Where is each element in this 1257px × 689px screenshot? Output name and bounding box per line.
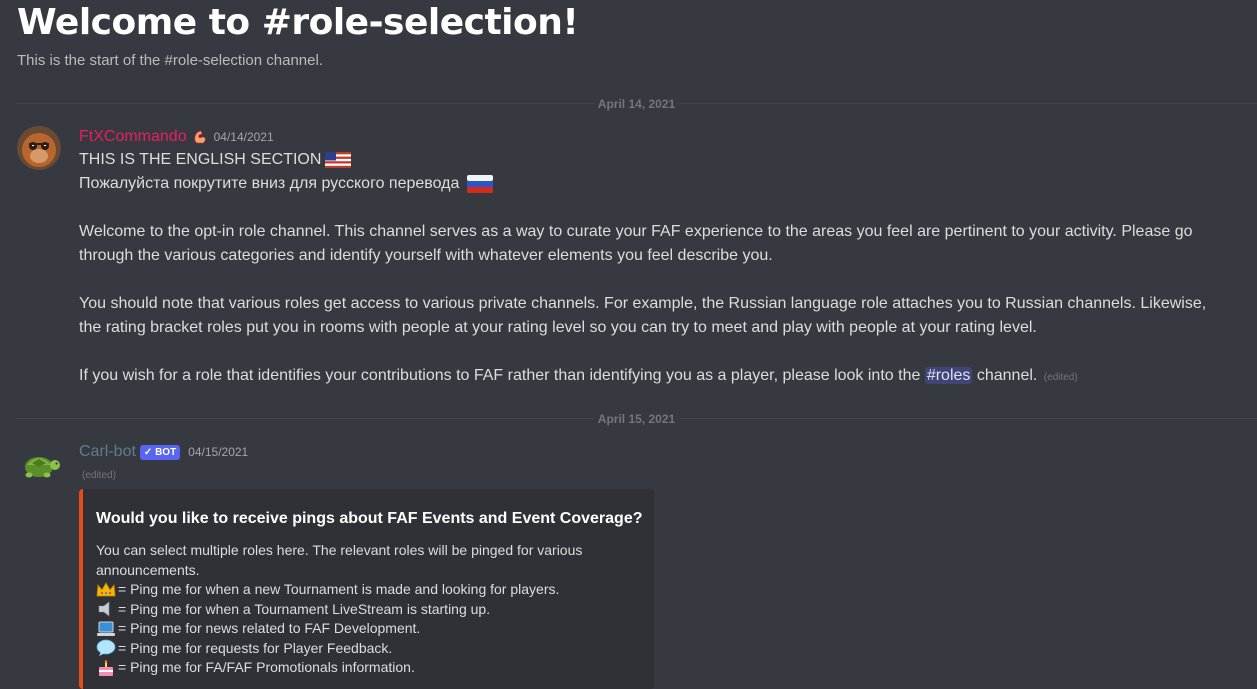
laptop-icon [97, 621, 115, 636]
date-divider: April 14, 2021 [16, 97, 1257, 111]
embed-role-line: = Ping me for when a Tournament LiveStre… [96, 600, 616, 620]
message-line: Пожалуйста покрутите вниз для русского п… [79, 172, 1229, 196]
message-timestamp: 04/14/2021 [213, 130, 274, 144]
message-text: channel. [976, 367, 1038, 384]
message-embed: Would you like to receive pings about FA… [79, 489, 654, 689]
edited-label: (edited) [1043, 372, 1078, 383]
embed-role-line: = Ping me for when a new Tournament is m… [96, 580, 616, 600]
message-paragraph: If you wish for a role that identifies y… [79, 364, 1229, 390]
message-paragraph: You should note that various roles get a… [79, 295, 1207, 336]
us-flag-icon [325, 151, 352, 168]
message-text: THIS IS THE ENGLISH SECTION [79, 151, 322, 168]
embed-description: You can select multiple roles here. The … [96, 541, 616, 678]
message-header: FtXCommando 04/14/2021 [79, 126, 274, 148]
orangutan-avatar-icon [17, 126, 61, 170]
bot-tag: ✓ BOT [139, 444, 181, 460]
edited-label: (edited) [82, 470, 116, 481]
embed-role-line: = Ping me for requests for Player Feedba… [96, 639, 616, 659]
russia-flag-icon [467, 174, 494, 193]
embed-role-text: = Ping me for FA/FAF Promotionals inform… [118, 659, 415, 675]
message-author[interactable]: Carl-bot [79, 443, 136, 461]
message-text: If you wish for a role that identifies y… [79, 367, 921, 384]
channel-welcome-subtitle: This is the start of the #role-selection… [17, 52, 323, 69]
message-line: THIS IS THE ENGLISH SECTION [79, 148, 1229, 172]
embed-role-text: = Ping me for news related to FAF Develo… [118, 620, 421, 636]
avatar[interactable] [17, 441, 61, 485]
date-divider-label: April 14, 2021 [593, 97, 680, 111]
avatar[interactable] [17, 126, 61, 170]
message-content: THIS IS THE ENGLISH SECTION Пожалуйста п… [79, 148, 1229, 390]
crown-icon [96, 581, 116, 597]
embed-role-text: = Ping me for requests for Player Feedba… [118, 639, 393, 656]
embed-title: Would you like to receive pings about FA… [96, 510, 643, 527]
speaker-icon [98, 601, 110, 617]
channel-welcome: Welcome to #role-selection! This is the … [17, 0, 579, 69]
date-divider: April 15, 2021 [16, 412, 1257, 426]
channel-mention-roles[interactable]: #roles [924, 367, 973, 384]
embed-role-text: = Ping me for when a new Tournament is m… [118, 581, 560, 597]
turtle-avatar-icon [25, 457, 60, 478]
speech-bubble-icon [96, 639, 116, 657]
message-paragraph: Welcome to the opt-in role channel. This… [79, 223, 1193, 264]
message-text: Пожалуйста покрутите вниз для русского п… [79, 175, 460, 192]
embed-role-line: = Ping me for news related to FAF Develo… [96, 619, 616, 639]
embed-description-text: You can select multiple roles here. The … [96, 542, 583, 578]
embed-role-line: = Ping me for FA/FAF Promotionals inform… [96, 658, 616, 678]
channel-welcome-title: Welcome to #role-selection! [17, 2, 579, 43]
message-timestamp: 04/15/2021 [188, 445, 249, 459]
date-divider-label: April 15, 2021 [593, 412, 680, 426]
cake-icon [99, 659, 113, 676]
message-header: Carl-bot ✓ BOT 04/15/2021 [79, 441, 248, 463]
message-author[interactable]: FtXCommando [79, 128, 187, 146]
flexed-biceps-icon [194, 130, 206, 144]
embed-role-text: = Ping me for when a Tournament LiveStre… [118, 600, 491, 617]
